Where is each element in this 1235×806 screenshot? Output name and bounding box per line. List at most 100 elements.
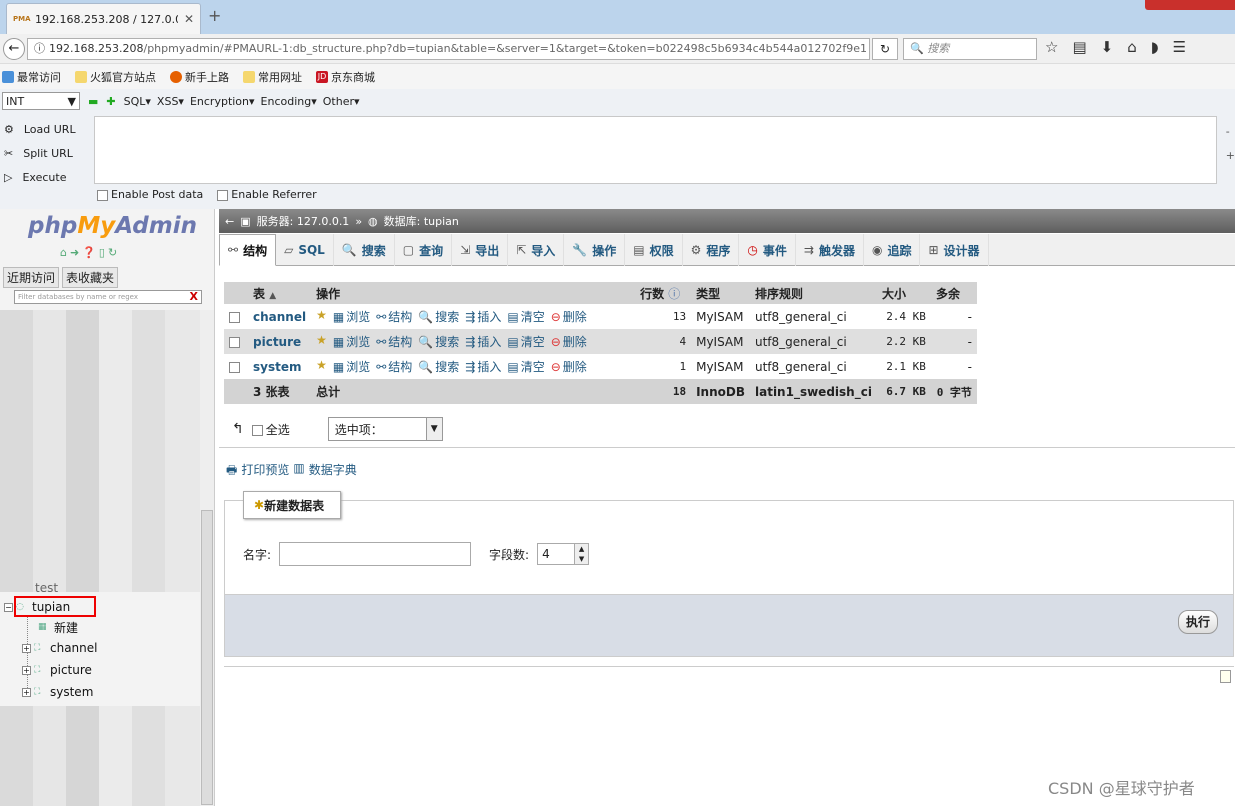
structure-action[interactable]: ⚯ 结构 [376,333,412,350]
enable-referrer-checkbox[interactable]: Enable Referrer [217,188,317,201]
execute-button[interactable]: ▷ Execute [0,165,90,189]
columns-number-input[interactable]: 4 ▲ ▼ [537,543,590,565]
hackbar-edge-controls[interactable]: - + [1226,120,1235,168]
reload-button[interactable]: ↻ [872,38,898,60]
structure-action[interactable]: ⚯ 结构 [376,308,412,325]
clear-filter-icon[interactable]: X [190,291,198,303]
type-select[interactable]: INT ▼ [2,92,80,110]
drop-action[interactable]: ⊖ 删除 [551,308,587,325]
tab-events[interactable]: ◷ 事件 [739,234,796,266]
download-icon[interactable]: ⬇ [1101,38,1114,56]
header-table[interactable]: 表 ▲ [248,282,312,304]
tab-import[interactable]: ⇱ 导入 [508,234,565,266]
spinner-icon[interactable]: ▲ ▼ [574,544,589,564]
search-action[interactable]: 🔍 搜索 [418,308,459,325]
row-checkbox[interactable] [229,336,240,348]
tree-new-table[interactable]: ▦ 新建 [38,619,78,636]
data-dictionary-link[interactable]: 数据字典 [309,461,357,482]
tab-operations[interactable]: 🔧 操作 [564,234,626,266]
search-action[interactable]: 🔍 搜索 [418,358,459,375]
size[interactable]: 2.4 KB [876,304,931,329]
tab-favorites[interactable]: 表收藏夹 [62,267,119,288]
row-checkbox[interactable] [229,311,240,323]
close-tab-icon[interactable]: ✕ [184,12,194,26]
table-name-input[interactable] [279,542,472,566]
decrease-icon[interactable]: ▬ [88,95,98,108]
new-tab-button[interactable]: + [208,6,221,25]
help-icon[interactable]: ❓ [82,246,96,259]
tree-db-test[interactable]: test [35,581,58,593]
tab-structure[interactable]: ⚯ 结构 [219,234,277,266]
tree-table-picture[interactable]: + ⛶ picture [22,663,92,677]
sidebar-scrollbar-thumb[interactable] [201,510,213,805]
increase-icon[interactable]: ✚ [106,95,115,108]
exit-icon[interactable]: ➜ [70,246,79,259]
favorite-star-icon[interactable]: ★ [316,358,327,375]
expand-icon[interactable]: + [22,643,31,653]
bookmark-getting-started[interactable]: 新手上路 [170,69,229,85]
url-bar[interactable]: ⓘ 192.168.253.208/phpmyadmin/#PMAURL-1:db… [27,38,870,60]
bookmark-firefox-site[interactable]: 火狐官方站点 [75,69,156,85]
size[interactable]: 2.2 KB [876,329,931,354]
tab-recent[interactable]: 近期访问 [3,267,60,288]
bookmark-star-icon[interactable]: ☆ [1045,38,1058,56]
menu-encryption[interactable]: Encryption▾ [190,95,255,108]
browse-action[interactable]: ▦ 浏览 [333,308,370,325]
browser-tab[interactable]: PMA 192.168.253.208 / 127.0.0.1 ✕ [6,3,201,34]
tab-privileges[interactable]: ▤ 权限 [625,234,683,266]
browse-action[interactable]: ▦ 浏览 [333,333,370,350]
menu-encoding[interactable]: Encoding▾ [261,95,317,108]
info-icon[interactable]: ⓘ [34,42,45,55]
enable-post-checkbox[interactable]: Enable Post data [97,188,203,201]
pocket-icon[interactable]: ◗ [1151,38,1159,56]
search-box[interactable]: 🔍 搜索 [903,38,1037,60]
check-all-checkbox[interactable]: 全选 [251,421,290,438]
home-icon[interactable]: ⌂ [60,246,67,259]
phpmyadmin-logo[interactable]: phpMyAdmin [28,213,197,239]
tab-sql[interactable]: ▱ SQL [276,234,334,266]
back-button[interactable]: ← [3,38,25,60]
search-action[interactable]: 🔍 搜索 [418,333,459,350]
tab-query[interactable]: ▢ 查询 [395,234,453,266]
tab-routines[interactable]: ⚙ 程序 [683,234,740,266]
drop-action[interactable]: ⊖ 删除 [551,333,587,350]
table-name-link[interactable]: system [248,354,312,379]
with-selected-select[interactable]: 选中项： ▼ [327,417,443,441]
tab-designer[interactable]: ⊞ 设计器 [920,234,989,266]
empty-action[interactable]: ▤ 清空 [507,333,544,350]
refresh-icon[interactable]: ↻ [108,246,117,259]
tree-table-channel[interactable]: + ⛶ channel [22,641,97,655]
breadcrumb-server[interactable]: 服务器: 127.0.0.1 [257,213,350,229]
favorite-star-icon[interactable]: ★ [316,308,327,325]
table-name-link[interactable]: channel [248,304,312,329]
structure-action[interactable]: ⚯ 结构 [376,358,412,375]
print-view-link[interactable]: 打印预览 [241,461,289,482]
database-filter-input[interactable]: Filter databases by name or regex X [14,290,202,304]
tab-search[interactable]: 🔍 搜索 [334,234,395,266]
tab-triggers[interactable]: ⇉ 触发器 [796,234,864,266]
collapse-panel-icon[interactable]: ← [225,215,234,228]
empty-action[interactable]: ▤ 清空 [507,308,544,325]
go-button[interactable]: 执行 [1178,610,1218,634]
insert-action[interactable]: ⇶ 插入 [465,308,501,325]
expand-icon[interactable]: + [22,687,31,697]
menu-other[interactable]: Other▾ [323,95,360,108]
hackbar-url-textarea[interactable] [94,116,1217,184]
insert-action[interactable]: ⇶ 插入 [465,358,501,375]
menu-icon[interactable]: ☰ [1173,38,1186,56]
size[interactable]: 2.1 KB [876,354,931,379]
breadcrumb-database[interactable]: 数据库: tupian [384,213,459,229]
drop-action[interactable]: ⊖ 删除 [551,358,587,375]
console-icon[interactable] [1220,670,1231,683]
docs-icon[interactable]: ▯ [99,246,105,259]
row-checkbox[interactable] [229,361,240,373]
help-icon[interactable]: ⓘ [668,287,680,301]
split-url-button[interactable]: ✂ Split URL [0,141,90,165]
bookmark-most-visited[interactable]: 最常访问 [2,69,61,85]
menu-sql[interactable]: SQL▾ [124,95,151,108]
tab-export[interactable]: ⇲ 导出 [452,234,509,266]
empty-action[interactable]: ▤ 清空 [507,358,544,375]
tree-table-system[interactable]: + ⛶ system [22,685,93,699]
window-close-button[interactable] [1145,0,1235,10]
expand-icon[interactable]: + [22,665,31,675]
